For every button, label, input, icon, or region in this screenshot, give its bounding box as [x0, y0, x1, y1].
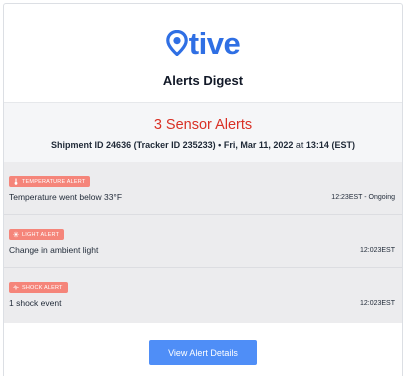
shipment-date: Fri, Mar 11, 2022 [223, 140, 294, 150]
view-alert-details-button[interactable]: View Alert Details [149, 340, 257, 365]
shipment-info: Shipment ID 24636 (Tracker ID 235233) • … [4, 140, 402, 150]
cta-area: View Alert Details [4, 323, 402, 376]
shock-alert-badge: SHOCK ALERT [9, 282, 68, 293]
list-item: TEMPERATURE ALERT Temperature went below… [4, 162, 402, 215]
page-title: Alerts Digest [162, 73, 244, 88]
alert-time: 12:23EST - Ongoing [331, 194, 395, 201]
logo-text: tive [188, 25, 241, 61]
alerts-list: TEMPERATURE ALERT Temperature went below… [4, 162, 402, 323]
badge-label: SHOCK ALERT [22, 284, 63, 291]
location-pin-icon [165, 30, 188, 56]
thermometer-icon [14, 178, 18, 185]
alert-text: Change in ambient light [9, 245, 99, 255]
light-alert-badge: LIGHT ALERT [9, 229, 65, 240]
list-item: SHOCK ALERT 1 shock event 12:023EST [4, 268, 402, 321]
alert-text: Temperature went below 33°F [9, 192, 123, 202]
list-item: LIGHT ALERT Change in ambient light 12:0… [4, 215, 402, 268]
at-label: at [295, 140, 304, 150]
alert-text: 1 shock event [9, 298, 62, 308]
alerts-count: 3 Sensor Alerts [153, 117, 253, 133]
alert-summary: 3 Sensor Alerts Shipment ID 24636 (Track… [4, 102, 402, 162]
temperature-alert-badge: TEMPERATURE ALERT [9, 176, 91, 187]
brand-logo: tive [4, 4, 402, 60]
separator-dot: • [218, 140, 222, 150]
shipment-time: 13:14 (EST) [305, 140, 355, 150]
alert-time: 12:023EST [359, 247, 395, 254]
shock-icon [13, 284, 19, 291]
alerts-digest-card: tive Alerts Digest 3 Sensor Alerts Shipm… [3, 3, 403, 376]
alert-time: 12:023EST [359, 300, 395, 307]
light-icon [13, 231, 19, 238]
shipment-id: Shipment ID 24636 (Tracker ID 235233) [51, 140, 216, 150]
header: tive Alerts Digest [4, 4, 402, 102]
badge-label: LIGHT ALERT [22, 231, 60, 238]
badge-label: TEMPERATURE ALERT [22, 178, 86, 185]
